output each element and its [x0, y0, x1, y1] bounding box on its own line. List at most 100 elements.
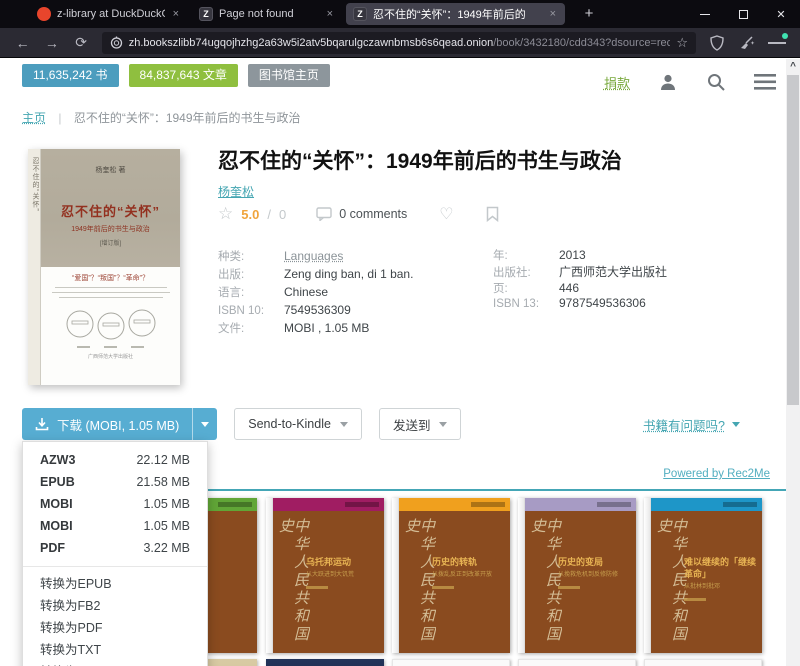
format-size: 1.05 MB [143, 497, 190, 511]
book-author-link[interactable]: 杨奎松 [218, 183, 254, 200]
user-profile-icon[interactable] [658, 72, 678, 92]
detail-label: ISBN 13: [493, 298, 559, 310]
detail-value-categories-link[interactable]: Languages [284, 249, 343, 263]
detail-label: ISBN 10: [218, 302, 284, 320]
send-to-kindle-button[interactable]: Send-to-Kindle [234, 408, 362, 440]
zlibrary-favicon-icon: Z [199, 7, 213, 21]
download-button[interactable]: 下载 (MOBI, 1.05 MB) [22, 408, 192, 440]
cover-subtitle: 1949年前后的书生与政治 [41, 224, 180, 234]
cover-edition: [增订版] [41, 238, 180, 247]
url-bar[interactable]: zh.bookszlibb74ugqojhzhg2a63w5i2atv5bqar… [102, 32, 696, 54]
recommended-book-5[interactable]: 中华人民共和国史 难以继续的「继续革命」从批林到批邓 [644, 498, 762, 653]
recommendations-divider [200, 489, 786, 491]
format-option-pdf[interactable]: PDF 3.22 MB [23, 537, 207, 559]
zlibrary-favicon-icon: Z [353, 7, 367, 21]
detail-row: ISBN 10:7549536309 [218, 301, 413, 319]
rating-star-icon[interactable]: ☆ [218, 204, 233, 224]
series-band [525, 498, 636, 511]
recommended-book-4[interactable]: 中华人民共和国史 历史的变局从挽救危机到反修防修 [518, 498, 636, 653]
books-count-badge[interactable]: 11,635,242 书 [22, 64, 119, 87]
book-spine: 忍不住的“关怀” [28, 149, 41, 385]
breadcrumb-current: 忍不住的“关怀”：1949年前后的书生与政治 [74, 111, 301, 125]
maximize-icon [739, 10, 748, 19]
format-size: 1.05 MB [143, 519, 190, 533]
new-tab-button[interactable]: + [578, 4, 600, 24]
bookmark-star-icon[interactable]: ☆ [676, 35, 688, 51]
scrollbar-thumb[interactable] [787, 75, 799, 405]
format-option-mobi-2[interactable]: MOBI1.05 MB [23, 515, 207, 537]
library-home-badge[interactable]: 图书馆主页 [248, 64, 330, 87]
recommended-book-row2-2[interactable] [266, 659, 384, 666]
tab-close-icon[interactable]: × [548, 8, 558, 20]
three-faces-sketch [52, 302, 170, 344]
detail-row: 年:2013 [493, 247, 667, 263]
detail-value: 7549536309 [284, 303, 351, 317]
format-size: 3.22 MB [143, 541, 190, 555]
tab-close-icon[interactable]: × [325, 8, 335, 20]
format-option-mobi-1[interactable]: MOBI1.05 MB [23, 493, 207, 515]
detail-label: 页: [493, 280, 559, 296]
scroll-up-arrow-icon[interactable]: ^ [786, 61, 800, 72]
duckduckgo-favicon-icon [37, 7, 51, 21]
convert-to-txt-option[interactable]: 转换为TXT [23, 639, 207, 661]
browser-menu-icon[interactable] [768, 34, 786, 52]
download-button-label: 下载 (MOBI, 1.05 MB) [57, 415, 179, 434]
breadcrumb-home-link[interactable]: 主页 [22, 111, 46, 125]
minimize-icon [700, 14, 710, 15]
back-button[interactable]: ← [10, 35, 35, 51]
library-stats-badges: 11,635,242 书 84,837,643 文章 图书馆主页 [22, 64, 330, 87]
convert-to-rtf-option[interactable]: 转换为RTF [23, 661, 207, 666]
tab-book-page-active[interactable]: Z 忍不住的“关怀”：1949年前后的 × [346, 3, 565, 25]
recommended-book-3[interactable]: 中华人民共和国史 历史的转轨从拨乱反正到改革开放 [392, 498, 510, 653]
new-identity-broom-icon[interactable] [738, 34, 756, 52]
cover-publisher: 广西师范大学出版社 [41, 353, 180, 360]
send-to-button[interactable]: 发送到 [379, 408, 462, 440]
page-scrollbar[interactable]: ^ [786, 59, 800, 666]
tab-close-icon[interactable]: × [171, 8, 181, 20]
format-option-epub[interactable]: EPUB21.58 MB [23, 471, 207, 493]
recommended-book-2[interactable]: 中华人民共和国史 乌托邦运动从大跃进到大饥荒 [266, 498, 384, 653]
search-icon[interactable] [706, 72, 726, 92]
recommended-book-subtitle: 从批林到批邓 [684, 583, 756, 591]
detail-value: Chinese [284, 285, 328, 299]
recommended-book-row2-4[interactable] [518, 659, 636, 666]
tab-page-not-found[interactable]: Z Page not found × [192, 3, 342, 25]
convert-to-pdf-option[interactable]: 转换为PDF [23, 617, 207, 639]
rating-score: 5.0 [241, 207, 259, 222]
detail-value: 446 [559, 281, 579, 295]
chevron-down-icon [340, 422, 348, 427]
page-content: 11,635,242 书 84,837,643 文章 图书馆主页 捐款 主页 |… [0, 59, 786, 666]
author-mark [684, 598, 706, 601]
save-bookmark-icon[interactable] [486, 206, 499, 222]
detail-row: 语言:Chinese [218, 283, 413, 301]
reload-button[interactable]: ⟳ [69, 34, 94, 51]
favorite-heart-icon[interactable]: ♡ [439, 204, 453, 224]
forward-button[interactable]: → [39, 35, 64, 51]
convert-to-epub-option[interactable]: 转换为EPUB [23, 573, 207, 595]
site-menu-icon[interactable] [754, 73, 776, 91]
book-cover[interactable]: 忍不住的“关怀” 杨奎松 著 忍不住的“关怀” 1949年前后的书生与政治 [增… [22, 145, 190, 391]
articles-count-badge[interactable]: 84,837,643 文章 [129, 64, 238, 87]
recommended-book-row2-3[interactable] [392, 659, 510, 666]
action-buttons-row: 下载 (MOBI, 1.05 MB) Send-to-Kindle 发送到 [22, 408, 461, 440]
shield-icon[interactable] [708, 34, 726, 52]
donate-link[interactable]: 捐款 [604, 73, 630, 92]
download-options-toggle[interactable] [192, 408, 217, 440]
comments-group[interactable]: 0 comments [316, 207, 407, 221]
series-calligraphy: 中华人民共和国史 [656, 518, 686, 653]
window-close-button[interactable]: ✕ [762, 0, 800, 28]
window-maximize-button[interactable] [724, 0, 762, 28]
format-name: PDF [40, 541, 65, 555]
powered-by-rec2me-link[interactable]: Powered by Rec2Me [663, 468, 770, 480]
recommended-book-row2-5[interactable] [644, 659, 762, 666]
rating-count: 0 [279, 207, 286, 222]
tab-duckduckgo[interactable]: z-library at DuckDuckGo × [30, 3, 188, 25]
site-header-icons: 捐款 [604, 72, 776, 92]
convert-to-fb2-option[interactable]: 转换为FB2 [23, 595, 207, 617]
window-minimize-button[interactable] [686, 0, 724, 28]
detail-row: ISBN 13:9787549536306 [493, 296, 667, 310]
detail-value: MOBI , 1.05 MB [284, 321, 369, 335]
detail-value: Zeng ding ban, di 1 ban. [284, 267, 413, 281]
report-book-problem-link[interactable]: 书籍有问题吗? [643, 415, 740, 434]
format-option-azw3[interactable]: AZW322.12 MB [23, 449, 207, 471]
